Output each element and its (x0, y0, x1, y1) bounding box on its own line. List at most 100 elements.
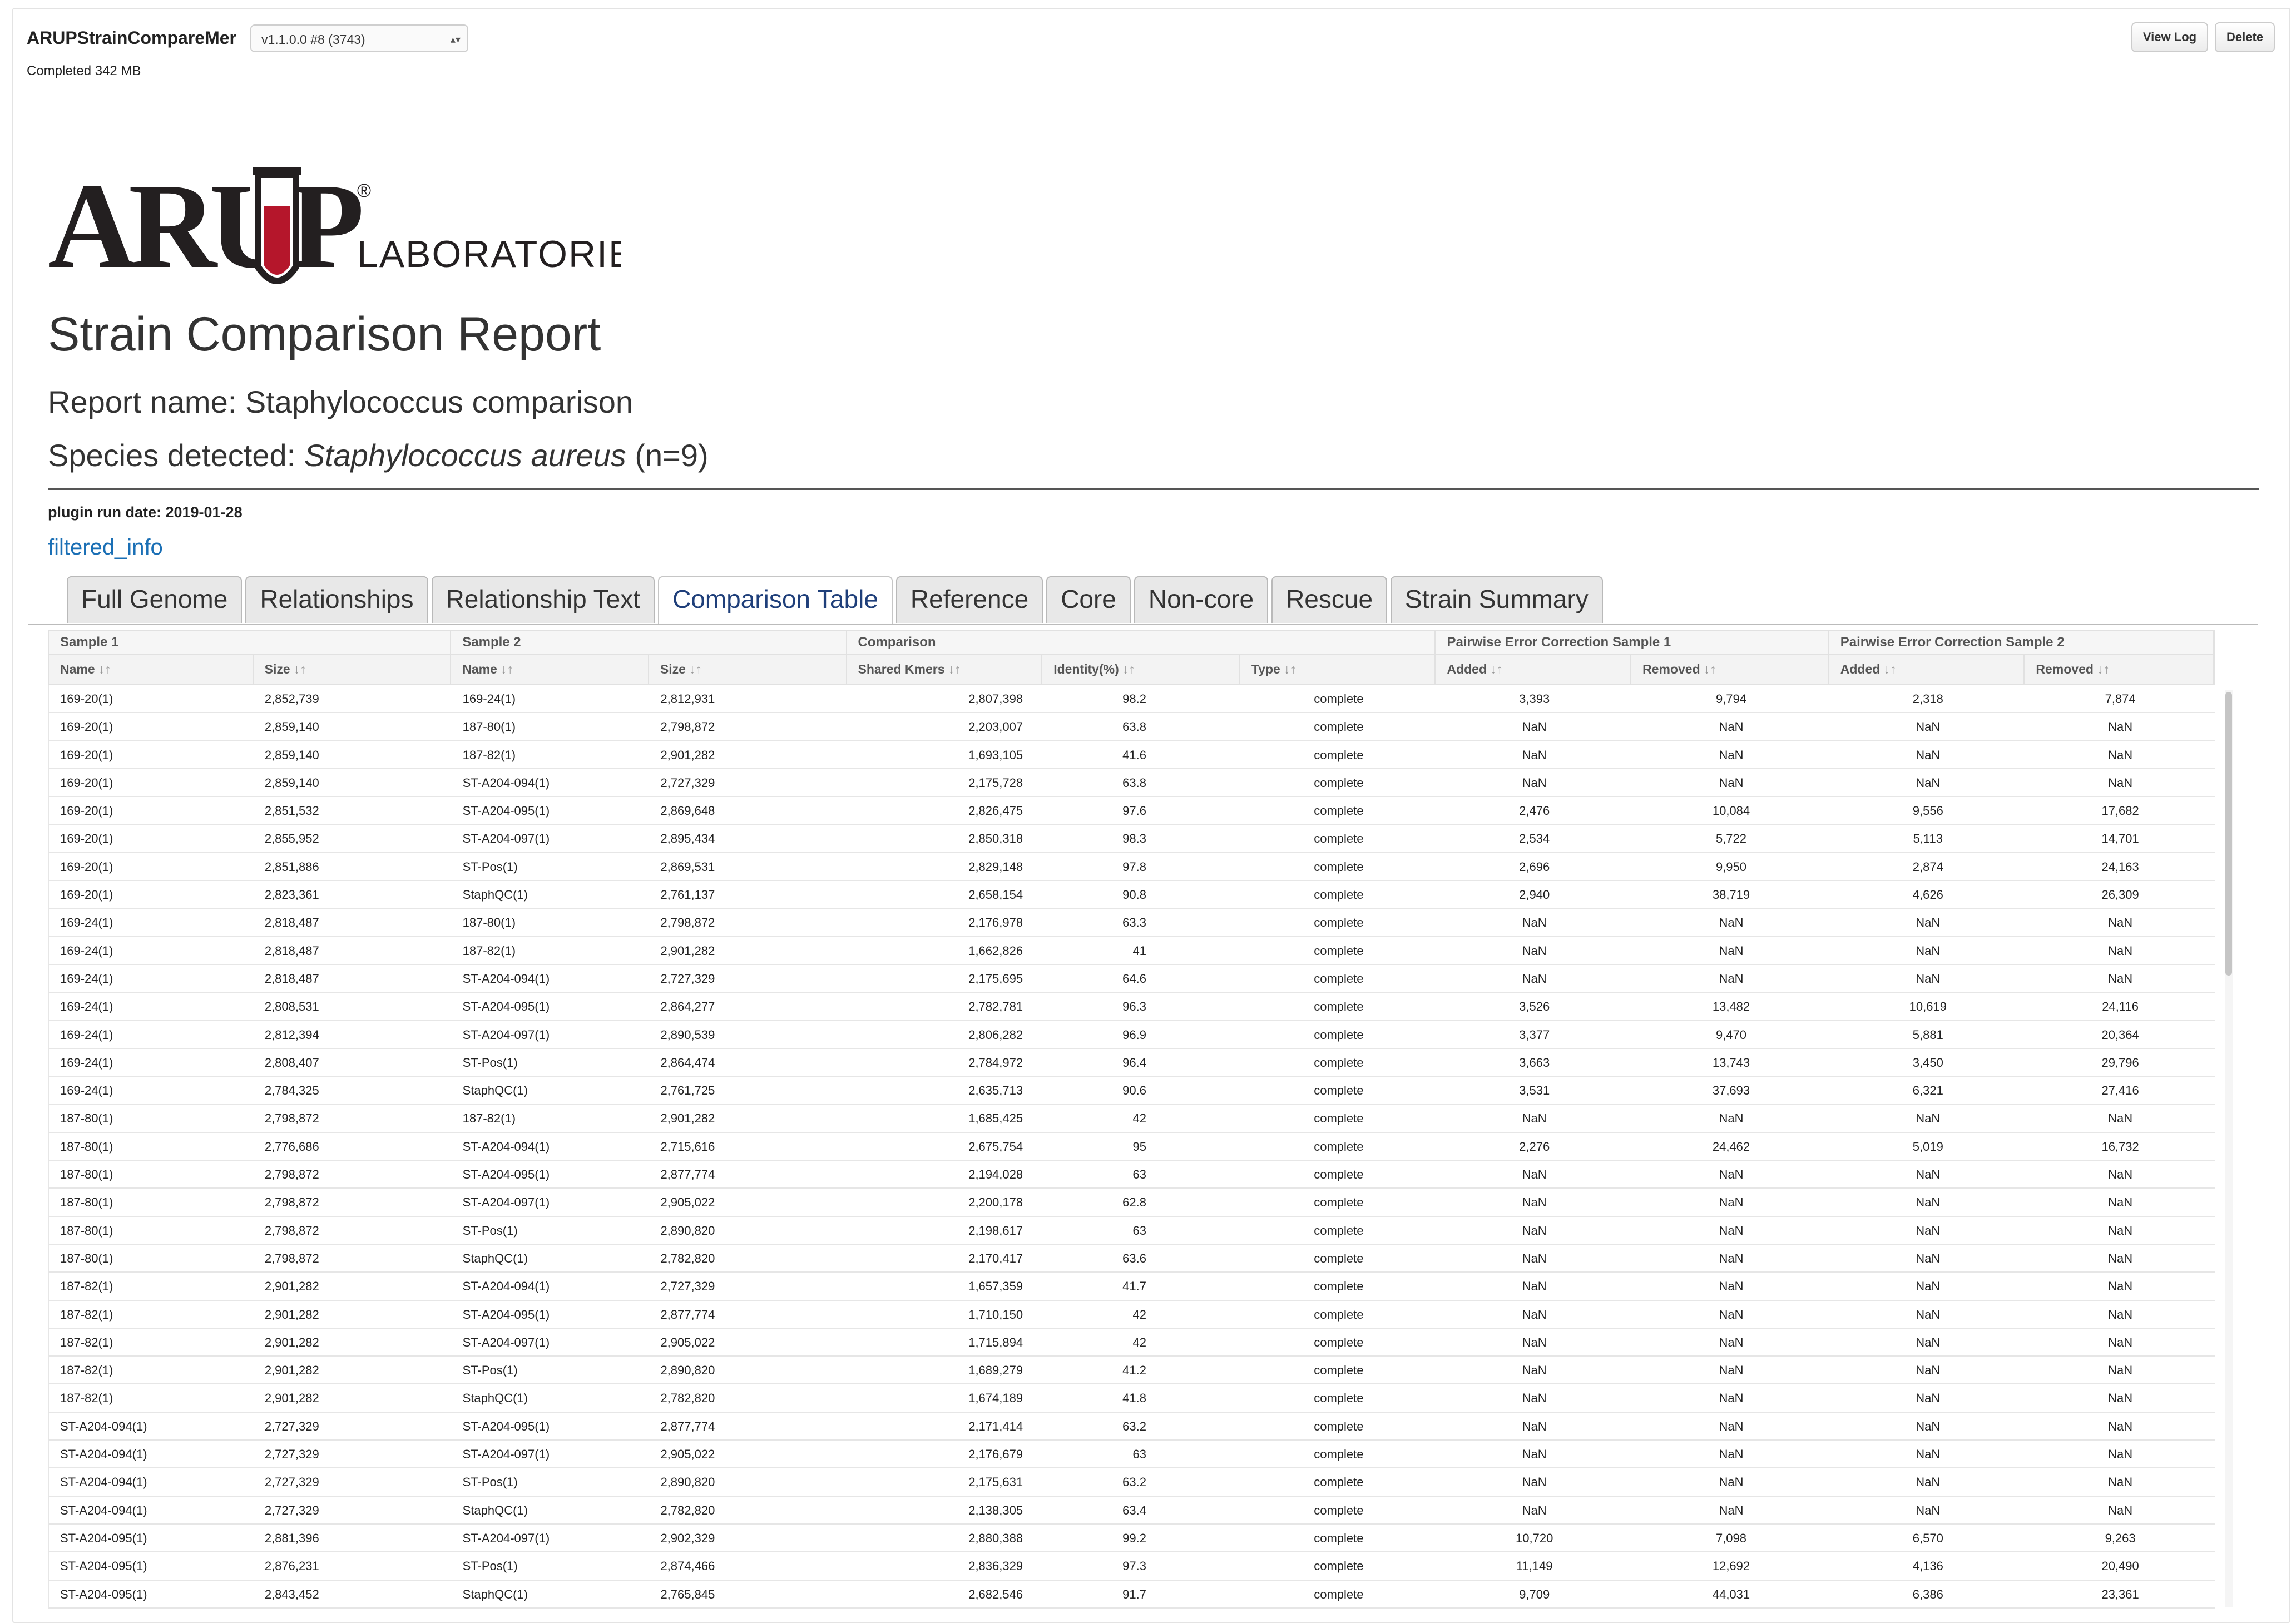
table-cell: NaN (1522, 1111, 1547, 1126)
table-row[interactable]: 169-24(1) 2,808,407 ST-Pos(1) 2,864,474 2,78… (48, 1048, 2215, 1077)
table-row[interactable]: 187-80(1) 2,798,872 ST-A204-095(1) 2,877,77… (48, 1161, 2215, 1189)
table-cell: 2,276 (1519, 1139, 1550, 1154)
table-cell: NaN (1916, 720, 1941, 734)
column-header-identity-[interactable]: Identity(%) ↓↑ (1042, 655, 1240, 684)
species-prefix: Species detected: (48, 438, 304, 473)
table-cell: NaN (1522, 1307, 1547, 1322)
table-row[interactable]: ST-A204-094(1) 2,727,329 StaphQC(1) 2,782,8… (48, 1496, 2215, 1525)
table-cell: 7,874 (2105, 692, 2136, 706)
table-row[interactable]: 169-20(1) 2,859,140 187-80(1) 2,798,872 2,20… (48, 713, 2215, 741)
sort-icon[interactable]: ↓↑ (2097, 662, 2110, 676)
table-row[interactable]: 187-80(1) 2,798,872 ST-A204-097(1) 2,905,02… (48, 1189, 2215, 1217)
table-row[interactable]: 187-80(1) 2,798,872 StaphQC(1) 2,782,820 2,1… (48, 1244, 2215, 1273)
table-cell: NaN (2108, 1391, 2133, 1406)
table-row[interactable]: 187-80(1) 2,776,686 ST-A204-094(1) 2,715,61… (48, 1132, 2215, 1161)
table-row[interactable]: 169-20(1) 2,859,140 187-82(1) 2,901,282 1,69… (48, 741, 2215, 769)
column-header-type[interactable]: Type ↓↑ (1240, 655, 1436, 684)
table-row[interactable]: 187-80(1) 2,798,872 ST-Pos(1) 2,890,820 2,19… (48, 1216, 2215, 1245)
version-select[interactable]: v1.1.0.0 #8 (3743) ▴▾ (250, 24, 468, 52)
table-cell: complete (1314, 1503, 1364, 1517)
tab-strain-summary[interactable]: Strain Summary (1391, 576, 1603, 623)
table-cell: 20,490 (2101, 1559, 2139, 1573)
tab-rescue[interactable]: Rescue (1271, 576, 1388, 623)
table-row[interactable]: 169-24(1) 2,784,325 StaphQC(1) 2,761,725 2,6… (48, 1077, 2215, 1105)
sort-icon[interactable]: ↓↑ (294, 662, 306, 676)
tab-relationship-text[interactable]: Relationship Text (431, 576, 655, 623)
table-row[interactable]: ST-A204-094(1) 2,727,329 ST-A204-095(1) 2,8… (48, 1412, 2215, 1441)
table-cell: 5,113 (1913, 832, 1943, 846)
table-cell: 2,727,329 (660, 775, 715, 790)
table-cell: 10,619 (1909, 999, 1947, 1014)
tab-core[interactable]: Core (1046, 576, 1131, 623)
delete-button[interactable]: Delete (2215, 22, 2275, 52)
table-cell: complete (1314, 1167, 1364, 1182)
table-cell: NaN (1522, 916, 1547, 930)
column-header-size[interactable]: Size ↓↑ (649, 655, 847, 684)
sort-icon[interactable]: ↓↑ (1883, 662, 1896, 676)
table-row[interactable]: 169-24(1) 2,808,531 ST-A204-095(1) 2,864,27… (48, 993, 2215, 1021)
table-row[interactable]: 169-20(1) 2,855,952 ST-A204-097(1) 2,895,43… (48, 825, 2215, 853)
table-row[interactable]: 169-20(1) 2,851,532 ST-A204-095(1) 2,869,64… (48, 797, 2215, 825)
table-cell: 10,084 (1712, 804, 1750, 818)
table-row[interactable]: ST-A204-094(1) 2,727,329 ST-Pos(1) 2,890,82… (48, 1468, 2215, 1497)
column-header-label: Added (1447, 662, 1487, 676)
column-header-name[interactable]: Name ↓↑ (49, 655, 254, 684)
sort-icon[interactable]: ↓↑ (98, 662, 111, 676)
table-cell: 2,905,022 (660, 1335, 715, 1349)
table-cell: ST-A204-095(1) (462, 999, 550, 1014)
table-row[interactable]: 169-20(1) 2,859,140 ST-A204-094(1) 2,727,32… (48, 769, 2215, 798)
table-row[interactable]: ST-A204-095(1) 2,876,231 ST-Pos(1) 2,874,46… (48, 1552, 2215, 1581)
table-cell: ST-A204-097(1) (462, 1335, 550, 1349)
sort-icon[interactable]: ↓↑ (1284, 662, 1297, 676)
tab-full-genome[interactable]: Full Genome (67, 576, 243, 623)
table-cell: 2,727,329 (264, 1419, 319, 1433)
table-row[interactable]: ST-A204-095(1) 2,843,452 StaphQC(1) 2,765,8… (48, 1580, 2215, 1609)
column-header-size[interactable]: Size ↓↑ (254, 655, 452, 684)
table-row[interactable]: 169-24(1) 2,818,487 187-80(1) 2,798,872 2,17… (48, 909, 2215, 937)
table-row[interactable]: 187-82(1) 2,901,282 StaphQC(1) 2,782,820 1,6… (48, 1384, 2215, 1413)
column-header-name[interactable]: Name ↓↑ (451, 655, 649, 684)
table-row[interactable]: ST-A204-094(1) 2,727,329 ST-A204-097(1) 2,9… (48, 1441, 2215, 1469)
table-row[interactable]: 187-82(1) 2,901,282 ST-A204-094(1) 2,727,32… (48, 1273, 2215, 1301)
table-row[interactable]: ST-A204-095(1) 2,881,396 ST-A204-097(1) 2,9… (48, 1524, 2215, 1553)
tab-relationships[interactable]: Relationships (245, 576, 428, 623)
sort-icon[interactable]: ↓↑ (501, 662, 513, 676)
table-cell: 44,031 (1712, 1587, 1750, 1601)
table-row[interactable]: 187-82(1) 2,901,282 ST-A204-097(1) 2,905,02… (48, 1328, 2215, 1357)
column-header-removed[interactable]: Removed ↓↑ (2025, 655, 2214, 684)
table-row[interactable]: 187-80(1) 2,798,872 187-82(1) 2,901,282 1,68… (48, 1105, 2215, 1133)
table-cell: 41 (1132, 943, 1146, 958)
view-log-button[interactable]: View Log (2131, 22, 2208, 52)
table-row[interactable]: 169-20(1) 2,851,886 ST-Pos(1) 2,869,531 2,82… (48, 853, 2215, 882)
sort-icon[interactable]: ↓↑ (689, 662, 702, 676)
sort-icon[interactable]: ↓↑ (948, 662, 961, 676)
tab-reference[interactable]: Reference (895, 576, 1043, 623)
sort-icon[interactable]: ↓↑ (1704, 662, 1716, 676)
tab-comparison-table[interactable]: Comparison Table (658, 576, 893, 625)
table-cell: 2,890,539 (660, 1027, 715, 1042)
table-row[interactable]: 187-82(1) 2,901,282 ST-Pos(1) 2,890,820 1,68… (48, 1357, 2215, 1385)
table-cell: complete (1314, 1475, 1364, 1490)
sort-icon[interactable]: ↓↑ (1122, 662, 1135, 676)
table-cell: 187-82(1) (60, 1279, 113, 1294)
table-row[interactable]: 169-24(1) 2,812,394 ST-A204-097(1) 2,890,53… (48, 1021, 2215, 1049)
filtered-info-link[interactable]: filtered_info (48, 535, 163, 560)
table-row[interactable]: 169-20(1) 2,852,739 169-24(1) 2,812,931 2,80… (48, 685, 2215, 714)
sort-icon[interactable]: ↓↑ (1490, 662, 1503, 676)
table-scrollbar-thumb[interactable] (2225, 692, 2232, 976)
column-header-added[interactable]: Added ↓↑ (1436, 655, 1632, 684)
table-row[interactable]: 169-20(1) 2,823,361 StaphQC(1) 2,761,137 2,6… (48, 881, 2215, 909)
table-cell: 2,798,872 (264, 1111, 319, 1126)
plugin-title: ARUPStrainCompareMer (27, 28, 236, 48)
column-header-added[interactable]: Added ↓↑ (1829, 655, 2025, 684)
column-header-shared-kmers[interactable]: Shared Kmers ↓↑ (847, 655, 1043, 684)
table-row[interactable]: 187-82(1) 2,901,282 ST-A204-095(1) 2,877,77… (48, 1300, 2215, 1329)
tab-non-core[interactable]: Non-core (1134, 576, 1269, 623)
table-cell: complete (1314, 1083, 1364, 1098)
column-header-removed[interactable]: Removed ↓↑ (1631, 655, 1829, 684)
table-row[interactable]: 169-24(1) 2,818,487 187-82(1) 2,901,282 1,66… (48, 937, 2215, 965)
table-row[interactable]: 169-24(1) 2,818,487 ST-A204-094(1) 2,727,32… (48, 964, 2215, 993)
table-cell: 2,901,282 (660, 748, 715, 762)
table-cell: 62.8 (1122, 1195, 1146, 1210)
table-cell: NaN (2108, 1167, 2133, 1182)
